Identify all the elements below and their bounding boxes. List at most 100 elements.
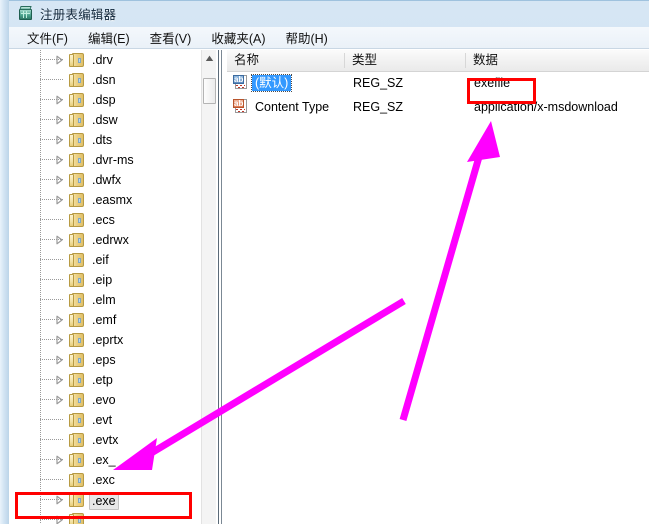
menu-item-edit[interactable]: 编辑(E) xyxy=(78,26,140,50)
tree-item-label: .evt xyxy=(89,412,115,428)
chevron-right-icon[interactable] xyxy=(54,55,64,65)
chevron-right-icon[interactable] xyxy=(54,135,64,145)
value-type-cell: REG_SZ xyxy=(353,75,403,91)
tree-item-easmx[interactable]: .easmx xyxy=(9,190,201,210)
tree-item-drv[interactable]: .drv xyxy=(9,50,201,70)
folder-icon xyxy=(69,233,84,247)
tree-item-partial[interactable] xyxy=(9,510,201,524)
tree-guide-line xyxy=(40,170,41,190)
menu-bar: 文件(F) 编辑(E) 查看(V) 收藏夹(A) 帮助(H) xyxy=(9,27,649,49)
folder-icon xyxy=(69,173,84,187)
chevron-right-icon[interactable] xyxy=(54,395,64,405)
table-row[interactable]: ab(默认)REG_SZexefile xyxy=(227,72,649,94)
column-header-name[interactable]: 名称 xyxy=(227,50,344,71)
column-header-type[interactable]: 类型 xyxy=(345,50,465,71)
registry-value-list[interactable]: 名称 类型 数据 ab(默认)REG_SZexefileabContent Ty… xyxy=(227,50,649,524)
value-data-cell: exefile xyxy=(474,75,510,91)
chevron-right-icon[interactable] xyxy=(54,355,64,365)
tree-item-dsn[interactable]: .dsn xyxy=(9,70,201,90)
pane-splitter[interactable] xyxy=(216,50,227,524)
folder-icon xyxy=(69,433,84,447)
tree-guide-line xyxy=(40,259,64,260)
chevron-right-icon[interactable] xyxy=(54,155,64,165)
chevron-right-icon[interactable] xyxy=(54,455,64,465)
table-row[interactable]: abContent TypeREG_SZapplication/x-msdown… xyxy=(227,96,649,118)
tree-item-eprtx[interactable]: .eprtx xyxy=(9,330,201,350)
tree-guide-line xyxy=(40,279,64,280)
chevron-right-icon[interactable] xyxy=(54,175,64,185)
value-list-header: 名称 类型 数据 xyxy=(227,50,649,72)
chevron-right-icon[interactable] xyxy=(54,195,64,205)
column-header-data[interactable]: 数据 xyxy=(466,50,649,71)
tree-guide-line xyxy=(40,190,41,210)
folder-icon xyxy=(69,293,84,307)
tree-guide-line xyxy=(40,450,41,470)
tree-guide-line xyxy=(40,310,41,330)
tree-item-label: .evtx xyxy=(89,432,121,448)
tree-item-label: .elm xyxy=(89,292,119,308)
chevron-right-icon[interactable] xyxy=(54,495,64,505)
folder-icon xyxy=(69,253,84,267)
value-name-cell[interactable]: (默认) xyxy=(252,75,291,91)
tree-item-label: .easmx xyxy=(89,192,135,208)
tree-item-eps[interactable]: .eps xyxy=(9,350,201,370)
folder-icon xyxy=(69,133,84,147)
folder-icon xyxy=(69,113,84,127)
chevron-right-icon[interactable] xyxy=(54,115,64,125)
folder-icon xyxy=(69,93,84,107)
tree-item-label: .eps xyxy=(89,352,119,368)
tree-guide-line xyxy=(40,490,41,510)
tree-guide-line xyxy=(40,219,64,220)
tree-item-dwfx[interactable]: .dwfx xyxy=(9,170,201,190)
tree-item-label: .ex_ xyxy=(89,452,119,468)
tree-guide-line xyxy=(40,270,41,290)
folder-icon xyxy=(69,473,84,487)
tree-item-dts[interactable]: .dts xyxy=(9,130,201,150)
chevron-right-icon[interactable] xyxy=(54,375,64,385)
chevron-right-icon[interactable] xyxy=(54,95,64,105)
folder-icon xyxy=(69,273,84,287)
tree-item-ecs[interactable]: .ecs xyxy=(9,210,201,230)
tree-item-ex_[interactable]: .ex_ xyxy=(9,450,201,470)
tree-vertical-scrollbar[interactable] xyxy=(201,50,216,524)
scroll-thumb[interactable] xyxy=(203,78,216,104)
folder-icon xyxy=(69,453,84,467)
folder-icon xyxy=(69,393,84,407)
tree-guide-line xyxy=(40,70,41,90)
title-bar[interactable]: 注册表编辑器 xyxy=(9,0,649,27)
registry-key-tree[interactable]: .drv.dsn .dsp .dsw.dts .dvr-ms .dwfx .easmx .e… xyxy=(9,50,216,524)
tree-item-label: .eprtx xyxy=(89,332,126,348)
tree-item-exe[interactable]: .exe xyxy=(9,490,201,510)
tree-guide-line xyxy=(40,479,64,480)
tree-item-label: .dvr-ms xyxy=(89,152,137,168)
value-type-cell: REG_SZ xyxy=(353,99,403,115)
chevron-right-icon[interactable] xyxy=(54,235,64,245)
tree-item-eip[interactable]: .eip xyxy=(9,270,201,290)
tree-item-dsp[interactable]: .dsp xyxy=(9,90,201,110)
tree-item-evtx[interactable]: .evtx xyxy=(9,430,201,450)
tree-item-edrwx[interactable]: .edrwx xyxy=(9,230,201,250)
chevron-right-icon[interactable] xyxy=(54,315,64,325)
scroll-up-arrow-icon[interactable] xyxy=(202,50,216,67)
tree-item-evo[interactable]: .evo xyxy=(9,390,201,410)
tree-item-label: .dsp xyxy=(89,92,119,108)
tree-item-dvr-ms[interactable]: .dvr-ms xyxy=(9,150,201,170)
chevron-right-icon[interactable] xyxy=(54,515,64,524)
value-name-cell[interactable]: Content Type xyxy=(252,99,332,115)
tree-item-etp[interactable]: .etp xyxy=(9,370,201,390)
tree-item-dsw[interactable]: .dsw xyxy=(9,110,201,130)
window-title: 注册表编辑器 xyxy=(40,4,116,23)
menu-item-file[interactable]: 文件(F) xyxy=(17,26,78,50)
menu-item-favorites[interactable]: 收藏夹(A) xyxy=(201,26,275,50)
tree-scroll-viewport: .drv.dsn .dsp .dsw.dts .dvr-ms .dwfx .easmx .e… xyxy=(9,50,201,524)
menu-item-view[interactable]: 查看(V) xyxy=(140,26,202,50)
tree-item-eif[interactable]: .eif xyxy=(9,250,201,270)
folder-icon xyxy=(69,353,84,367)
tree-item-elm[interactable]: .elm xyxy=(9,290,201,310)
tree-item-exc[interactable]: .exc xyxy=(9,470,201,490)
tree-item-emf[interactable]: .emf xyxy=(9,310,201,330)
menu-item-help[interactable]: 帮助(H) xyxy=(275,26,337,50)
tree-item-evt[interactable]: .evt xyxy=(9,410,201,430)
tree-guide-line xyxy=(40,150,41,170)
chevron-right-icon[interactable] xyxy=(54,335,64,345)
